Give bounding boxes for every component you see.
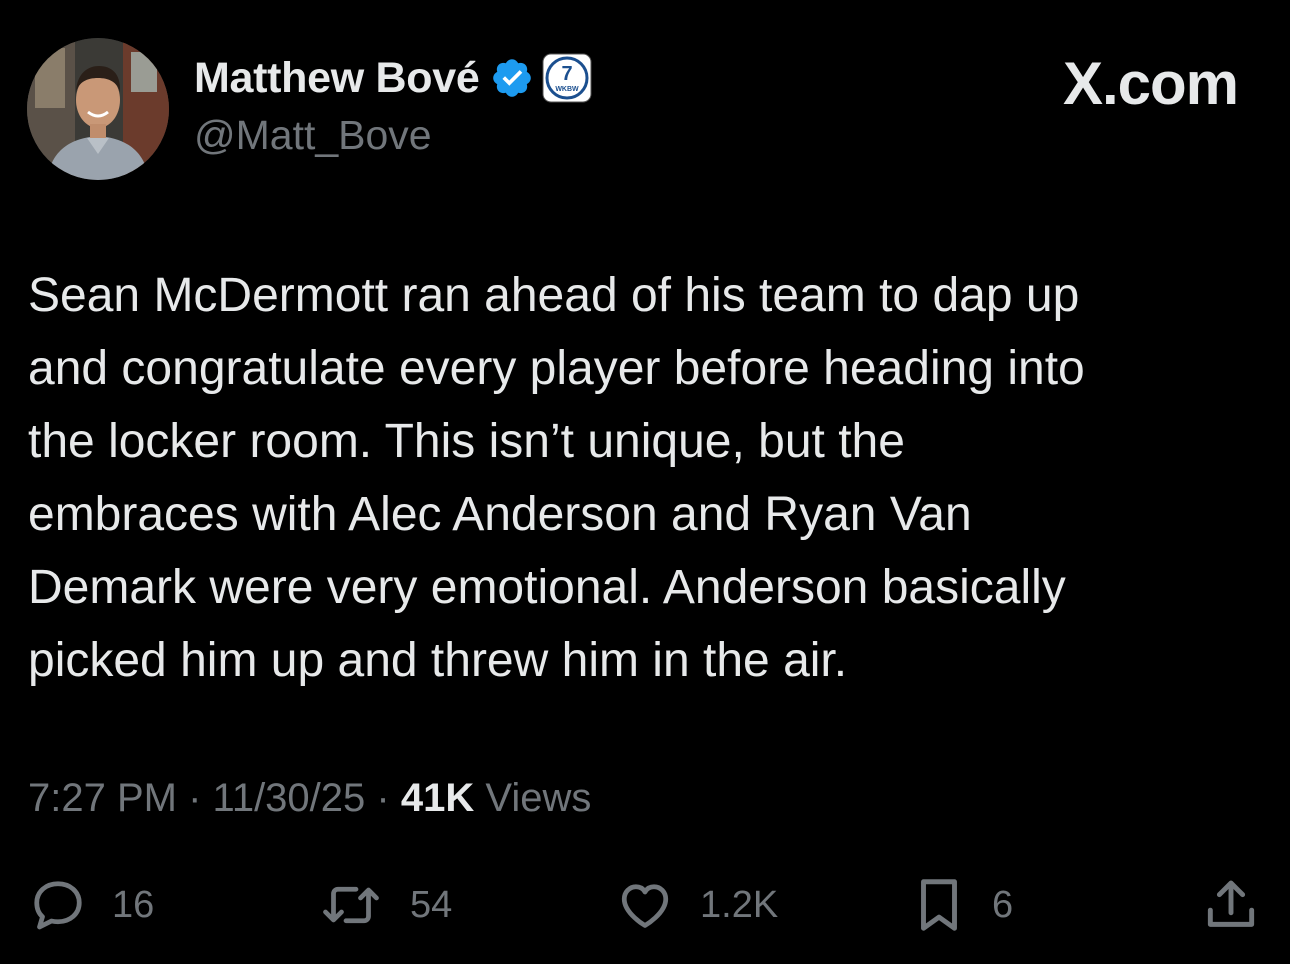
tweet-body-text: Sean McDermott ran ahead of his team to … [28, 269, 1085, 687]
tweet-header: Matthew Bové 7 WKBW @Matt_Bove X.com [27, 38, 1263, 180]
meta-separator: · [188, 776, 202, 820]
tweet-meta: 7:27 PM · 11/30/25 · 41K Views [28, 776, 591, 821]
verified-check-icon [490, 56, 534, 100]
views-count: 41K [400, 776, 475, 820]
brand-wordmark: X.com [1062, 50, 1239, 117]
affiliate-badge-label: WKBW [555, 86, 579, 93]
author-handle[interactable]: @Matt_Bove [194, 112, 592, 159]
meta-separator: · [376, 776, 390, 820]
share-upload-icon [1200, 874, 1262, 936]
speech-bubble-icon [28, 875, 88, 935]
like-button[interactable]: 1.2K [614, 870, 778, 940]
repost-button[interactable]: 54 [318, 870, 452, 940]
affiliate-badge[interactable]: 7 WKBW [542, 53, 592, 103]
reply-count: 16 [112, 883, 155, 926]
author-identity: Matthew Bové 7 WKBW @Matt_Bove [194, 50, 592, 159]
author-display-name[interactable]: Matthew Bové [194, 54, 480, 103]
views-label: Views [485, 776, 592, 820]
bookmark-button[interactable]: 6 [910, 870, 1013, 940]
action-bar: 16 54 1.2K 6 [0, 870, 1290, 940]
reply-button[interactable]: 16 [28, 870, 154, 940]
avatar[interactable] [27, 38, 169, 180]
name-row: Matthew Bové 7 WKBW [194, 50, 592, 106]
bookmark-count: 6 [992, 883, 1014, 926]
repost-arrows-icon [318, 875, 384, 935]
tweet-time[interactable]: 7:27 PM [28, 776, 177, 820]
repost-count: 54 [410, 883, 453, 926]
like-count: 1.2K [700, 883, 779, 926]
affiliate-badge-number: 7 [561, 63, 572, 85]
share-button[interactable] [1200, 870, 1262, 940]
tweet-date[interactable]: 11/30/25 [213, 776, 366, 820]
bookmark-icon [910, 874, 968, 936]
heart-icon [614, 875, 676, 935]
